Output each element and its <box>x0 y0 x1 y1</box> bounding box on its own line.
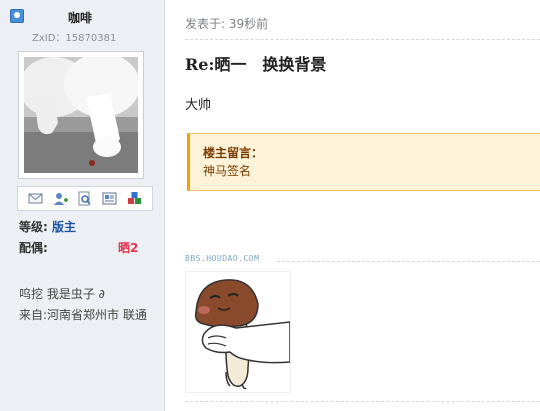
user-header: 咖啡 ZxID：15870381 <box>10 7 150 45</box>
mushroom-image <box>185 271 291 393</box>
post-time: 发表于: 39秒前 <box>185 17 269 31</box>
spouse-label: 配偶: <box>19 241 48 255</box>
notice-title: 楼主留言： <box>203 146 264 160</box>
rank-value: 版主 <box>52 220 77 234</box>
blocks-icon[interactable] <box>127 191 142 206</box>
zxid: ZxID：15870381 <box>32 29 116 44</box>
divider <box>277 261 540 262</box>
notice-text: 神马签名 <box>203 164 252 178</box>
username[interactable]: 咖啡 <box>10 9 150 26</box>
spouse-row: 配偶: 晒2 <box>19 239 159 256</box>
post-title: Re:晒一 换换背景 <box>185 55 327 74</box>
divider <box>185 401 540 402</box>
zxid-label: ZxID： <box>32 33 66 44</box>
rank-label: 等级: <box>19 220 48 234</box>
mail-icon[interactable] <box>28 191 43 206</box>
mushroom-illustration <box>186 272 291 392</box>
spouse-value[interactable]: 晒2 <box>118 239 138 256</box>
bbs-watermark: BBS.HOUDAO.COM <box>185 254 260 263</box>
cat-photo <box>24 57 138 173</box>
add-friend-icon[interactable] <box>53 191 68 206</box>
divider <box>185 39 540 40</box>
zxid-value: 15870381 <box>65 33 117 44</box>
owner-notice: 楼主留言： 神马签名 <box>187 133 540 191</box>
avatar[interactable] <box>24 57 138 173</box>
post-content: 发表于: 39秒前 Re:晒一 换换背景 大帅 楼主留言： 神马签名 BBS.H… <box>165 0 540 411</box>
user-action-toolbar <box>17 186 153 211</box>
user-sidebar: 咖啡 ZxID：15870381 等级: 版主 配偶: 晒2 呜挖 我是虫子 ∂… <box>0 0 165 411</box>
signature-line-1: 呜挖 我是虫子 ∂ <box>19 287 105 301</box>
avatar-frame <box>18 51 144 179</box>
card-icon[interactable] <box>102 191 117 206</box>
signature-line-2: 来自:河南省郑州市 联通 <box>19 308 147 322</box>
view-profile-icon[interactable] <box>77 191 92 206</box>
post-body: 大帅 <box>185 98 212 113</box>
rank-row: 等级: 版主 <box>19 218 76 235</box>
